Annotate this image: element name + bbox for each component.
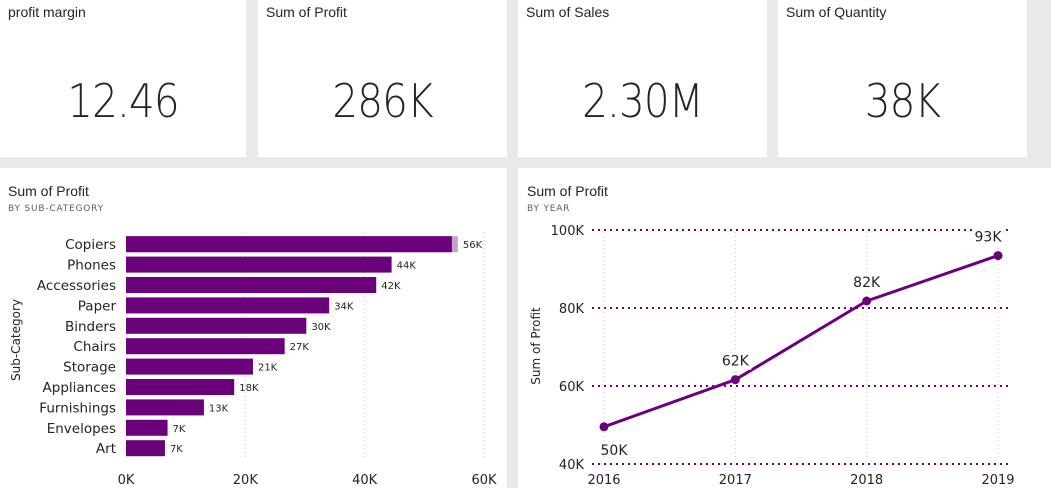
bar-category-label: Furnishings bbox=[39, 400, 116, 416]
bar-category-label: Storage bbox=[63, 360, 116, 376]
bar-data-label: 27K bbox=[290, 342, 310, 353]
bar bbox=[126, 277, 377, 293]
bar-data-label: 21K bbox=[258, 363, 278, 374]
bar-data-label: 56K bbox=[463, 240, 483, 251]
bar-category-label: Appliances bbox=[43, 380, 116, 396]
bar-data-label: 30K bbox=[311, 322, 331, 333]
bar-data-label: 7K bbox=[173, 424, 186, 435]
line-data-label: 50K bbox=[601, 443, 629, 459]
line-data-label: 93K bbox=[975, 230, 1003, 246]
bar-x-tick-label: 40K bbox=[352, 473, 378, 488]
bar-data-label: 42K bbox=[381, 281, 401, 292]
line-point bbox=[862, 296, 872, 306]
line-y-tick-label: 80K bbox=[559, 302, 585, 317]
bar-category-label: Copiers bbox=[65, 237, 116, 253]
bar bbox=[126, 440, 165, 457]
bar-x-tick-label: 60K bbox=[471, 473, 497, 488]
bar-data-label: 7K bbox=[170, 444, 183, 455]
line-x-tick-label: 2016 bbox=[587, 473, 620, 488]
line-x-tick-label: 2019 bbox=[981, 473, 1014, 488]
bar bbox=[126, 358, 253, 375]
bar-x-tick-label: 20K bbox=[233, 473, 259, 488]
line-point bbox=[730, 375, 740, 385]
line-x-tick-label: 2018 bbox=[850, 473, 883, 488]
bar-data-label: 34K bbox=[334, 301, 354, 312]
line-y-tick-label: 60K bbox=[559, 380, 585, 395]
bar-data-label: 44K bbox=[397, 261, 417, 272]
line-y-tick-label: 100K bbox=[551, 224, 585, 239]
bar-category-label: Paper bbox=[78, 298, 117, 314]
line-data-label: 62K bbox=[722, 354, 750, 370]
bar-category-label: Art bbox=[96, 441, 116, 457]
bar bbox=[126, 419, 168, 436]
bar-data-label: 13K bbox=[209, 403, 229, 414]
line-data-label: 82K bbox=[853, 275, 881, 291]
line-point bbox=[599, 422, 609, 432]
bar-category-label: Chairs bbox=[73, 339, 116, 355]
bar bbox=[126, 297, 330, 314]
line-x-tick-label: 2017 bbox=[719, 473, 752, 488]
bar bbox=[126, 379, 235, 395]
bar bbox=[126, 256, 392, 273]
bar bbox=[126, 236, 452, 253]
bar-y-axis-label: Sub-Category bbox=[9, 299, 23, 381]
bar-x-tick-label: 0K bbox=[118, 473, 135, 488]
bar bbox=[126, 399, 204, 416]
bar-category-label: Binders bbox=[65, 319, 116, 335]
bar bbox=[126, 338, 285, 355]
line-point bbox=[993, 251, 1003, 261]
line-y-axis-label: Sum of Profit bbox=[529, 307, 543, 385]
bar bbox=[126, 317, 307, 334]
bar-data-label: 18K bbox=[239, 383, 259, 394]
charts-svg: 0K 20K 40K 60K Sub-Category Copiers 56K Phones 4… bbox=[9, 224, 1015, 488]
bar-category-label: Phones bbox=[67, 258, 116, 274]
bar-category-label: Envelopes bbox=[47, 421, 116, 437]
bar-category-label: Accessories bbox=[37, 278, 116, 294]
line-y-tick-label: 40K bbox=[559, 458, 585, 473]
line-series bbox=[603, 254, 999, 429]
